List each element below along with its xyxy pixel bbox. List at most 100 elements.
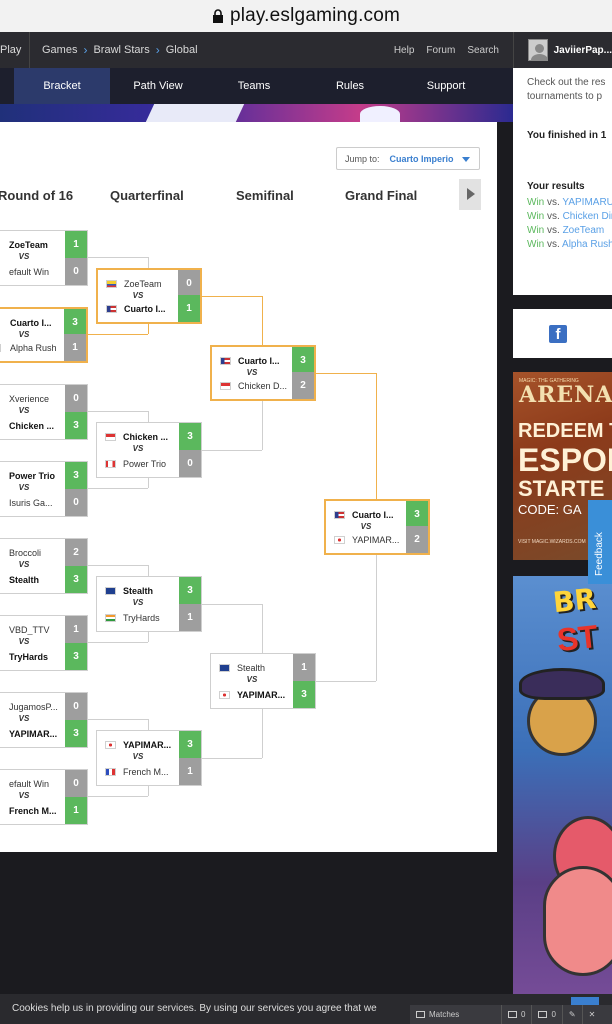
team-score: 3 [406, 501, 428, 528]
opponent-link[interactable]: ZoeTeam [563, 225, 605, 236]
match-grand-final[interactable]: Cuarto I... 3 VS YAPIMAR... 2 [324, 499, 430, 555]
connector [376, 373, 377, 499]
chevron-right-icon: › [83, 43, 88, 57]
opponent-link[interactable]: Alpha Rush [562, 239, 612, 250]
browser-address-bar[interactable]: play.eslgaming.com [0, 0, 612, 32]
round-title-r16: Round of 16 [0, 188, 74, 203]
match-qf-1[interactable]: ZoeTeam 0 VS Cuarto I... 1 [96, 268, 202, 324]
match-qf-2[interactable]: Chicken ... 3 VS Power Trio 0 [96, 422, 202, 478]
message-icon [508, 1011, 517, 1018]
tab-teams[interactable]: Teams [206, 68, 302, 104]
connector [262, 296, 263, 346]
ad-brand: ARENA [519, 382, 612, 408]
forum-link[interactable]: Forum [426, 45, 455, 56]
result-item: Win vs. ZoeTeam [527, 225, 605, 236]
match-sf-2[interactable]: Stealth 1 VS YAPIMAR... 3 [210, 653, 316, 709]
team-score: 3 [179, 731, 201, 758]
match-r16-5[interactable]: Broccoli 2 VS Stealth 3 [0, 538, 88, 594]
match-r16-8[interactable]: efault Win 0 VS French M... 1 [0, 769, 88, 825]
wrench-icon: ✎ [568, 1010, 576, 1019]
settings-button[interactable]: ✎ [563, 1005, 583, 1024]
feedback-tab[interactable]: Feedback [588, 500, 612, 584]
team-name: Broccoli [9, 547, 42, 558]
match-r16-6[interactable]: VBD_TTV 1 VS TryHards 3 [0, 615, 88, 671]
facebook-share[interactable]: f [513, 309, 612, 358]
team-name: YAPIMAR... [237, 689, 286, 700]
connector [202, 604, 262, 605]
connector [262, 604, 263, 654]
opponent-link[interactable]: Chicken Din [563, 211, 612, 222]
team-name: TryHards [123, 612, 160, 623]
connector [202, 758, 262, 759]
bracket-panel: Jump to: Cuarto Imperio Round of 16 Quar… [0, 122, 497, 852]
team-score: 0 [179, 450, 201, 477]
tab-path-view[interactable]: Path View [110, 68, 206, 104]
round-title-semifinal: Semifinal [236, 188, 294, 203]
ad-character-hat [519, 668, 605, 700]
team-name: ZoeTeam [9, 239, 48, 250]
team-name: Stealth [237, 662, 266, 673]
team-score: 2 [65, 539, 87, 566]
connector [262, 708, 263, 758]
team-score: 3 [293, 681, 315, 708]
match-r16-4[interactable]: Power Trio 3 VS Isuris Ga... 0 [0, 461, 88, 517]
user-menu[interactable]: JaviierPap... [513, 32, 612, 68]
match-r16-7[interactable]: JugamosP... 0 VS YAPIMAR... 3 [0, 692, 88, 748]
notifications-button[interactable]: 0 [532, 1005, 563, 1024]
team-name: Alpha Rush [0, 343, 64, 353]
jump-to-select[interactable]: Jump to: Cuarto Imperio [336, 147, 480, 170]
messages-button[interactable]: 0 [502, 1005, 533, 1024]
team-name: Power Trio [123, 458, 167, 469]
username: JaviierPap... [553, 44, 612, 56]
jump-to-value: Cuarto Imperio [389, 153, 454, 164]
team-score: 3 [65, 462, 87, 489]
ad-brawl-stars[interactable]: BR ST [513, 576, 612, 1014]
match-qf-4[interactable]: YAPIMAR... 3 VS French M... 1 [96, 730, 202, 786]
finished-text: You finished in 1 [527, 130, 607, 141]
breadcrumb-global[interactable]: Global [166, 44, 198, 56]
ad-line3: STARTE [518, 476, 605, 501]
match-r16-1[interactable]: ZoeTeam 1 VS efault Win 0 [0, 230, 88, 286]
team-name: Chicken D... [238, 380, 288, 391]
match-r16-3[interactable]: Xverience 0 VS Chicken ... 3 [0, 384, 88, 440]
matches-button[interactable]: Matches [410, 1005, 502, 1024]
team-name: Cuarto I... [124, 303, 166, 314]
team-score: 0 [65, 693, 87, 720]
ad-logo: BR [551, 581, 598, 620]
tab-support[interactable]: Support [398, 68, 494, 104]
team-name: Cuarto I... [238, 355, 280, 366]
match-r16-2[interactable]: Cuarto I... 3 VS Alpha Rush 1 [0, 307, 88, 363]
ad-logo: ST [555, 617, 600, 659]
cookie-text: Cookies help us in providing our service… [12, 1003, 377, 1014]
search-link[interactable]: Search [467, 45, 499, 56]
close-button[interactable]: ✕ [583, 1005, 602, 1024]
team-score: 1 [65, 231, 87, 258]
breadcrumb-games[interactable]: Games [42, 44, 77, 56]
team-score: 3 [65, 643, 87, 670]
team-name: YAPIMAR... [9, 728, 58, 739]
team-name: Stealth [123, 585, 154, 596]
opponent-link[interactable]: YAPIMARU [562, 197, 612, 208]
team-score: 3 [179, 577, 201, 604]
tab-rules[interactable]: Rules [302, 68, 398, 104]
tab-bracket[interactable]: Bracket [14, 68, 110, 110]
connector [88, 411, 148, 412]
next-round-button[interactable] [459, 179, 481, 210]
site-top-nav: Play Games › Brawl Stars › Global Help F… [0, 32, 513, 68]
team-score: 3 [65, 566, 87, 593]
match-sf-1[interactable]: Cuarto I... 3 VS Chicken D... 2 [210, 345, 316, 401]
team-name: Stealth [9, 574, 40, 585]
breadcrumb-brawl-stars[interactable]: Brawl Stars [93, 44, 149, 56]
chevron-right-icon: › [155, 43, 160, 57]
team-score: 1 [179, 604, 201, 631]
help-link[interactable]: Help [394, 45, 415, 56]
connector [88, 796, 148, 797]
flag-icon [0, 343, 1, 352]
results-intro-line2: tournaments to p [527, 91, 603, 102]
team-score: 3 [65, 412, 87, 439]
team-name: VBD_TTV [9, 624, 50, 635]
brand-link[interactable]: Play [0, 32, 30, 68]
team-score: 3 [179, 423, 201, 450]
match-qf-3[interactable]: Stealth 3 VS TryHards 1 [96, 576, 202, 632]
team-name: French M... [9, 805, 57, 816]
